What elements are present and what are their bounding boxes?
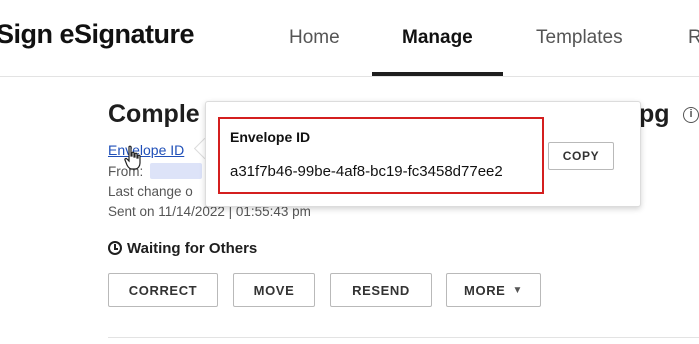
popover-label: Envelope ID [230, 129, 311, 145]
copy-button[interactable]: COPY [548, 142, 614, 170]
sender-name-redacted [150, 163, 202, 179]
last-change-text: Last change o [108, 184, 193, 199]
chevron-down-icon: ▼ [512, 284, 523, 296]
active-tab-indicator [372, 72, 503, 76]
more-button-label: MORE [464, 282, 506, 298]
tab-reports[interactable]: R [688, 27, 699, 49]
section-divider [108, 337, 699, 338]
envelope-title: Comple [108, 100, 200, 128]
more-button[interactable]: MORE ▼ [446, 273, 541, 307]
top-navigation-bar: Sign eSignature Home Manage Templates R [0, 0, 699, 77]
move-button[interactable]: MOVE [233, 273, 315, 307]
envelope-id-link[interactable]: Envelope ID [108, 142, 184, 158]
tab-home[interactable]: Home [289, 27, 340, 49]
hand-cursor-icon [124, 145, 141, 170]
tab-manage[interactable]: Manage [402, 27, 473, 49]
resend-button[interactable]: RESEND [330, 273, 432, 307]
correct-button[interactable]: CORRECT [108, 273, 218, 307]
tab-templates[interactable]: Templates [536, 27, 623, 49]
brand-logo[interactable]: Sign eSignature [0, 19, 195, 50]
info-icon[interactable]: i [683, 107, 699, 123]
status-label: Waiting for Others [108, 240, 257, 257]
status-text: Waiting for Others [127, 240, 258, 257]
envelope-id-value[interactable]: a31f7b46-99be-4af8-bc19-fc3458d77ee2 [230, 163, 503, 180]
clock-icon [108, 241, 122, 255]
